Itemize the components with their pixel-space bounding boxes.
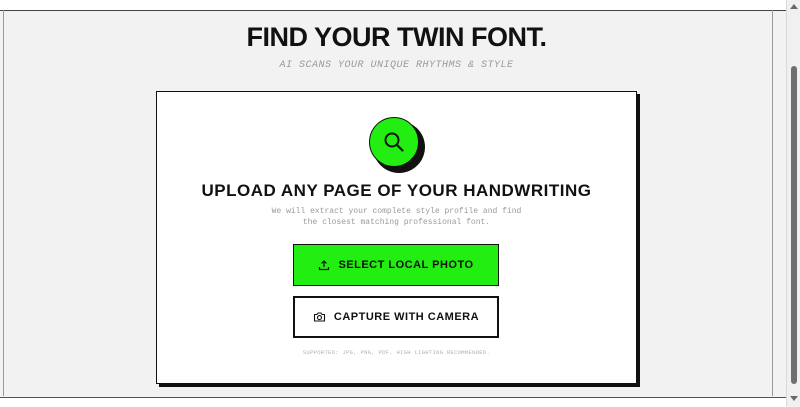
capture-with-camera-label: CAPTURE WITH CAMERA	[333, 311, 480, 323]
description-line-1: We will extract your complete style prof…	[271, 207, 522, 216]
page-subtitle: AI SCANS YOUR UNIQUE RHYTHMS & STYLE	[279, 60, 514, 71]
app-window: FIND YOUR TWIN FONT. AI SCANS YOUR UNIQU…	[0, 0, 800, 407]
scroll-up-arrow-icon[interactable]	[790, 4, 798, 9]
page-title: FIND YOUR TWIN FONT.	[246, 22, 548, 52]
top-bar	[0, 0, 786, 11]
supported-formats-note: SUPPORTED: JPG, PNG, PDF. HIGH LIGHTING …	[302, 349, 491, 356]
upload-description: We will extract your complete style prof…	[156, 206, 637, 228]
select-local-photo-button[interactable]: SELECT LOCAL PHOTO	[293, 244, 499, 286]
capture-with-camera-button[interactable]: CAPTURE WITH CAMERA	[293, 296, 499, 338]
camera-icon	[313, 311, 326, 323]
scroll-down-arrow-icon[interactable]	[790, 396, 798, 401]
scrollbar-thumb[interactable]	[791, 66, 797, 384]
description-line-2: the closest matching professional font.	[302, 218, 491, 227]
select-local-photo-label: SELECT LOCAL PHOTO	[338, 259, 474, 271]
search-icon	[369, 117, 419, 167]
upload-heading: UPLOAD ANY PAGE OF YOUR HANDWRITING	[201, 181, 592, 200]
upload-icon	[318, 259, 330, 271]
